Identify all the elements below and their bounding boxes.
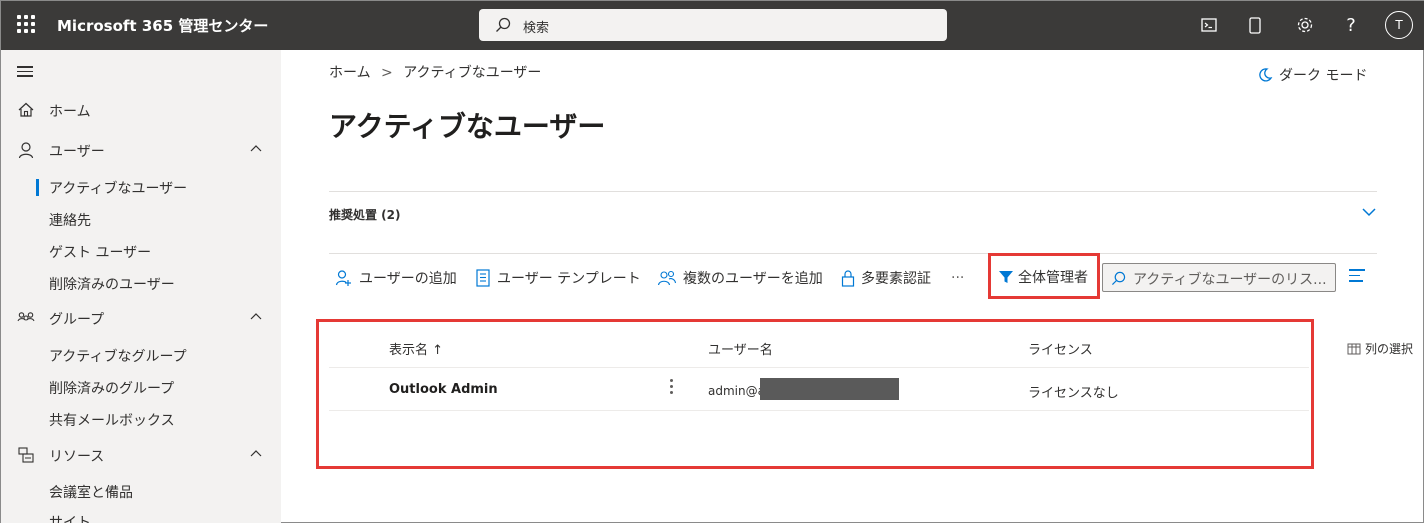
nav-item-groups[interactable]: グループ xyxy=(1,302,281,334)
search-icon xyxy=(496,17,511,32)
nav-item-resources[interactable]: リソース xyxy=(1,439,281,471)
search-placeholder: 検索 xyxy=(523,21,550,36)
column-header-display-name[interactable]: 表示名 ↑ xyxy=(389,339,443,358)
row-divider xyxy=(329,410,1309,411)
divider xyxy=(329,253,1377,254)
column-select-button[interactable]: 列の選択 xyxy=(1347,340,1413,357)
nav-sub-deleted-users[interactable]: 削除済みのユーザー xyxy=(49,274,175,294)
group-icon xyxy=(17,312,35,322)
chevron-down-icon[interactable] xyxy=(1361,206,1377,218)
chevron-up-icon[interactable] xyxy=(249,448,263,458)
cell-username: admin@a xyxy=(708,384,765,398)
chevron-up-icon[interactable] xyxy=(249,311,263,321)
nav-sub-contacts[interactable]: 連絡先 xyxy=(49,210,91,230)
row-divider xyxy=(329,367,1309,368)
breadcrumb-current: アクティブなユーザー xyxy=(403,65,542,81)
list-search-placeholder: アクティブなユーザーのリス... xyxy=(1133,272,1327,288)
add-multiple-users-label: 複数のユーザーを追加 xyxy=(683,271,823,287)
more-commands-button[interactable]: ··· xyxy=(951,267,964,289)
help-icon[interactable]: ? xyxy=(1339,13,1363,37)
recommendations-label[interactable]: 推奨処置 (2) xyxy=(329,206,401,223)
lock-icon xyxy=(841,270,855,287)
column-header-username[interactable]: ユーザー名 xyxy=(708,339,773,358)
terminal-icon[interactable] xyxy=(1197,13,1221,37)
left-nav: ホーム ユーザー アクティブなユーザー 連絡先 ゲスト ユーザー 削除済みのユー… xyxy=(1,50,281,523)
nav-sub-sites[interactable]: サイト xyxy=(49,512,91,523)
cell-license: ライセンスなし xyxy=(1028,386,1119,401)
add-multiple-users-button[interactable]: 複数のユーザーを追加 xyxy=(657,267,823,289)
chevron-up-icon[interactable] xyxy=(249,143,263,153)
redaction-block xyxy=(760,378,899,400)
list-search-input[interactable]: アクティブなユーザーのリス... xyxy=(1102,263,1336,292)
column-select-label: 列の選択 xyxy=(1365,342,1414,356)
mfa-label: 多要素認証 xyxy=(861,271,931,287)
nav-sub-active-users[interactable]: アクティブなユーザー xyxy=(35,178,187,198)
nav-sub-rooms-equipment[interactable]: 会議室と備品 xyxy=(49,482,133,502)
page-title: アクティブなユーザー xyxy=(329,110,606,143)
nav-sub-guest-users[interactable]: ゲスト ユーザー xyxy=(49,242,151,262)
app-title[interactable]: Microsoft 365 管理センター xyxy=(57,15,268,36)
divider xyxy=(329,191,1377,192)
dark-mode-label: ダーク モード xyxy=(1279,68,1368,84)
nav-sub-active-groups[interactable]: アクティブなグループ xyxy=(49,346,187,366)
global-search[interactable]: 検索 xyxy=(479,9,947,41)
cell-display-name[interactable]: Outlook Admin xyxy=(389,382,498,397)
top-bar: Microsoft 365 管理センター 検索 ? T xyxy=(1,1,1424,50)
nav-label-users: ユーザー xyxy=(49,144,105,160)
moon-icon xyxy=(1259,68,1273,82)
nav-label-groups: グループ xyxy=(49,312,105,328)
person-icon xyxy=(18,142,34,159)
search-icon xyxy=(1111,271,1126,286)
home-icon xyxy=(18,102,34,117)
multiple-users-icon xyxy=(657,270,677,286)
breadcrumb: ホーム > アクティブなユーザー xyxy=(329,62,541,82)
add-person-icon xyxy=(335,270,351,286)
hamburger-icon[interactable] xyxy=(17,66,33,80)
nav-sub-shared-mailboxes[interactable]: 共有メールボックス xyxy=(49,410,175,430)
avatar[interactable]: T xyxy=(1385,11,1413,39)
columns-icon xyxy=(1347,343,1361,354)
phone-icon[interactable] xyxy=(1243,13,1267,37)
nav-item-users[interactable]: ユーザー xyxy=(1,134,281,166)
mfa-button[interactable]: 多要素認証 xyxy=(841,267,931,289)
add-user-label: ユーザーの追加 xyxy=(359,271,457,287)
user-template-button[interactable]: ユーザー テンプレート xyxy=(475,267,641,289)
breadcrumb-separator: > xyxy=(381,65,393,81)
column-header-license[interactable]: ライセンス xyxy=(1028,339,1093,358)
nav-label-home: ホーム xyxy=(49,104,91,120)
resource-icon xyxy=(18,447,34,463)
waffle-icon[interactable] xyxy=(15,13,37,35)
breadcrumb-home[interactable]: ホーム xyxy=(329,65,371,81)
nav-label-resources: リソース xyxy=(49,449,105,465)
dark-mode-toggle[interactable]: ダーク モード xyxy=(1257,65,1367,85)
template-icon xyxy=(476,269,490,287)
nav-item-home[interactable]: ホーム xyxy=(1,94,281,126)
filter-icon xyxy=(999,271,1013,283)
gear-icon[interactable] xyxy=(1293,13,1317,37)
filter-label: 全体管理者 xyxy=(1018,270,1088,286)
nav-sub-deleted-groups[interactable]: 削除済みのグループ xyxy=(49,378,174,398)
user-template-label: ユーザー テンプレート xyxy=(497,271,641,287)
add-user-button[interactable]: ユーザーの追加 xyxy=(335,267,457,289)
row-more-icon[interactable] xyxy=(670,379,674,397)
view-options-icon[interactable] xyxy=(1349,269,1365,286)
filter-global-admin-button[interactable]: 全体管理者 xyxy=(998,267,1088,287)
